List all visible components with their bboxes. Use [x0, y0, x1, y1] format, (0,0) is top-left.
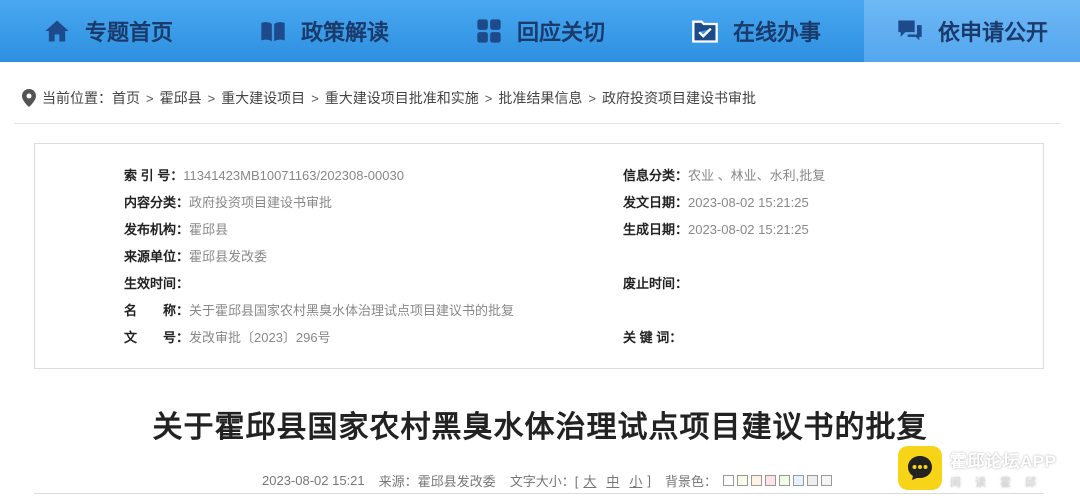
breadcrumb-separator: >	[588, 90, 596, 106]
bg-swatch[interactable]	[737, 475, 748, 486]
info-publisher: 发布机构：霍邱县	[124, 222, 229, 237]
info-index-no: 索 引 号：11341423MB10071163/202308-00030	[124, 168, 404, 183]
app-watermark: 霍邱论坛APP 阅读霍邱	[898, 446, 1056, 490]
bg-swatch[interactable]	[793, 475, 804, 486]
top-nav: 专题首页 政策解读 回应关切 在线办事 依申请公开	[0, 0, 1080, 62]
nav-item-response[interactable]: 回应关切	[432, 0, 648, 62]
font-size-label: 文字大小：[	[509, 474, 579, 489]
home-icon	[45, 20, 69, 42]
nav-item-label: 专题首页	[84, 20, 173, 45]
watermark-subtitle: 阅读霍邱	[950, 476, 1050, 489]
article-source-label: 来源：	[378, 474, 418, 489]
book-icon	[261, 22, 285, 42]
nav-item-label: 依申请公开	[937, 20, 1048, 45]
breadcrumb: 当前位置： 首页 > 霍邱县 > 重大建设项目 > 重大建设项目批准和实施 > …	[22, 88, 756, 108]
info-name: 名 称：关于霍邱县国家农村黑臭水体治理试点项目建议书的批复	[124, 303, 515, 318]
grid-icon	[477, 19, 501, 43]
watermark-title: 霍邱论坛APP	[950, 451, 1057, 471]
breadcrumb-item-home[interactable]: 首页	[112, 88, 140, 108]
breadcrumb-item-current[interactable]: 政府投资项目建设书审批	[602, 88, 756, 108]
info-keywords: 关 键 词：	[623, 330, 683, 345]
info-content-type: 内容分类：政府投资项目建设书审批	[124, 195, 333, 210]
bg-color-label: 背景色：	[664, 474, 717, 489]
nav-item-apply[interactable]: 依申请公开	[864, 0, 1080, 62]
breadcrumb-prefix: 当前位置：	[42, 90, 112, 106]
breadcrumb-divider	[14, 123, 1061, 124]
chat-bubble-logo-icon	[898, 446, 942, 490]
nav-item-policy[interactable]: 政策解读	[216, 0, 432, 62]
font-size-small-button[interactable]: 小	[629, 471, 642, 490]
breadcrumb-item-approval[interactable]: 重大建设项目批准和实施	[325, 88, 479, 108]
breadcrumb-item-county[interactable]: 霍邱县	[160, 88, 202, 108]
nav-item-label: 政策解读	[300, 20, 389, 45]
article-date: 2023-08-02 15:21	[262, 473, 365, 488]
bg-swatch[interactable]	[765, 475, 776, 486]
bg-swatch[interactable]	[807, 475, 818, 486]
font-size-end: ]	[647, 473, 651, 488]
info-issue-date: 发文日期：2023-08-02 15:21:25	[623, 195, 809, 210]
nav-item-online[interactable]: 在线办事	[648, 0, 864, 62]
bg-color-swatches	[723, 475, 832, 486]
article-meta: 2023-08-02 15:21 来源： 霍邱县发改委 文字大小：[ 大 中 小…	[262, 471, 832, 490]
meta-divider	[34, 493, 1044, 494]
breadcrumb-separator: >	[311, 90, 319, 106]
bg-swatch[interactable]	[779, 475, 790, 486]
nav-item-home[interactable]: 专题首页	[0, 0, 216, 62]
font-size-medium-button[interactable]: 中	[606, 471, 619, 490]
document-info-box: 索 引 号：11341423MB10071163/202308-00030 信息…	[34, 143, 1044, 369]
breadcrumb-separator: >	[146, 90, 154, 106]
article-source: 霍邱县发改委	[417, 474, 496, 489]
bg-swatch[interactable]	[751, 475, 762, 486]
breadcrumb-separator: >	[484, 90, 493, 106]
info-source: 来源单位：霍邱县发改委	[124, 249, 268, 264]
breadcrumb-item-major-projects[interactable]: 重大建设项目	[221, 88, 305, 108]
breadcrumb-separator: >	[207, 90, 216, 106]
location-pin-icon	[22, 89, 42, 107]
font-size-large-button[interactable]: 大	[583, 471, 596, 490]
folder-check-icon	[692, 20, 718, 43]
bg-swatch[interactable]	[821, 475, 832, 486]
bg-swatch[interactable]	[723, 475, 734, 486]
info-gen-date: 生成日期：2023-08-02 15:21:25	[623, 222, 809, 237]
info-category: 信息分类：农业 、林业、水利,批复	[623, 168, 826, 183]
nav-item-label: 在线办事	[732, 20, 821, 45]
breadcrumb-item-results[interactable]: 批准结果信息	[498, 88, 582, 108]
info-doc-no: 文 号：发改审批〔2023〕296号	[124, 330, 331, 345]
chat-icon	[898, 20, 922, 41]
info-abolish: 废止时间：	[623, 276, 689, 291]
article-title: 关于霍邱县国家农村黑臭水体治理试点项目建议书的批复	[152, 411, 928, 444]
info-effective: 生效时间：	[124, 276, 190, 291]
nav-item-label: 回应关切	[516, 20, 605, 45]
